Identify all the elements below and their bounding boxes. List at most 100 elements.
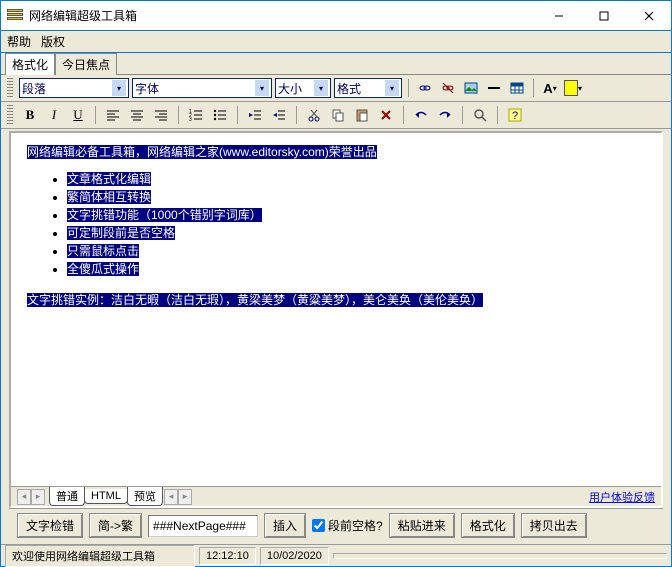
- status-welcome: 欢迎使用网络编辑超级工具箱: [5, 545, 195, 567]
- font-select[interactable]: 字体 ▾: [132, 78, 272, 98]
- align-left-icon[interactable]: [103, 105, 123, 125]
- menubar: 帮助 版权: [1, 31, 671, 53]
- bold-button[interactable]: B: [20, 105, 40, 125]
- tab-html[interactable]: HTML: [84, 489, 128, 504]
- scroll-left-icon[interactable]: ◂: [164, 489, 178, 505]
- separator: [237, 106, 238, 124]
- scroll-right-icon[interactable]: ▸: [31, 489, 45, 505]
- indent-icon[interactable]: [269, 105, 289, 125]
- svg-text:3: 3: [189, 117, 192, 121]
- list-item: 只需鼠标点击: [67, 242, 645, 259]
- intro-text: 网络编辑必备工具箱，网络编辑之家(www.editorsky.com)荣誉出品: [27, 145, 377, 159]
- status-time: 12:12:10: [199, 547, 256, 565]
- tab-preview[interactable]: 预览: [127, 487, 163, 506]
- svg-text:?: ?: [512, 110, 518, 122]
- align-right-icon[interactable]: [151, 105, 171, 125]
- titlebar: 网络编辑超级工具箱: [1, 1, 671, 31]
- cut-icon[interactable]: [304, 105, 324, 125]
- editor-area: 网络编辑必备工具箱，网络编辑之家(www.editorsky.com)荣誉出品 …: [1, 129, 671, 544]
- outer-tabbar: 格式化 今日焦点: [1, 53, 671, 75]
- editor-frame: 网络编辑必备工具箱，网络编辑之家(www.editorsky.com)荣誉出品 …: [9, 131, 663, 508]
- unordered-list-icon[interactable]: [210, 105, 230, 125]
- link-icon[interactable]: [415, 78, 435, 98]
- window-controls: [536, 1, 671, 30]
- maximize-button[interactable]: [581, 1, 626, 30]
- scroll-right-icon[interactable]: ▸: [178, 489, 192, 505]
- editor-content[interactable]: 网络编辑必备工具箱，网络编辑之家(www.editorsky.com)荣誉出品 …: [11, 133, 661, 486]
- tab-scroll-2: ◂ ▸: [164, 489, 192, 505]
- redo-icon[interactable]: [435, 105, 455, 125]
- tab-scroll: ◂ ▸: [17, 489, 45, 505]
- bottom-toolbar: 文字检错 简->繁 插入 段前空格? 粘贴进来 格式化 拷贝出去: [9, 508, 663, 542]
- statusbar: 欢迎使用网络编辑超级工具箱 12:12:10 10/02/2020: [1, 544, 671, 566]
- style-label: 格式: [337, 80, 361, 97]
- feedback-link[interactable]: 用户体验反馈: [589, 489, 655, 505]
- bg-color-button[interactable]: ▾: [563, 78, 583, 98]
- chevron-down-icon: ▾: [385, 80, 399, 96]
- hr-icon[interactable]: [484, 78, 504, 98]
- separator: [408, 79, 409, 97]
- format-button[interactable]: 格式化: [461, 513, 515, 538]
- copy-icon[interactable]: [328, 105, 348, 125]
- simp-to-trad-button[interactable]: 简->繁: [89, 513, 142, 538]
- toolbar-row-1: 段落▾ 字体 ▾ 大小 ▾ 格式 ▾ A▾ ▾: [1, 75, 671, 102]
- list-item: 全傻瓜式操作: [67, 260, 645, 277]
- spellcheck-button[interactable]: 文字检错: [17, 513, 83, 538]
- ordered-list-icon[interactable]: 123: [186, 105, 206, 125]
- tab-today[interactable]: 今日焦点: [55, 53, 117, 75]
- italic-button[interactable]: I: [44, 105, 64, 125]
- indent-checkbox-wrap[interactable]: 段前空格?: [312, 517, 383, 534]
- toolbar-row-2: B I U 123 ?: [1, 102, 671, 129]
- find-icon[interactable]: [470, 105, 490, 125]
- paragraph-label: 段落: [22, 80, 46, 97]
- delete-icon[interactable]: [376, 105, 396, 125]
- menu-copyright[interactable]: 版权: [41, 33, 65, 50]
- size-select[interactable]: 大小 ▾: [275, 78, 331, 98]
- feature-list: 文章格式化编辑 繁简体相互转换 文字挑错功能（1000个错别字词库） 可定制段前…: [67, 170, 645, 277]
- paragraph-select[interactable]: 段落▾: [19, 78, 129, 98]
- image-icon[interactable]: [461, 78, 481, 98]
- status-date: 10/02/2020: [260, 547, 329, 565]
- indent-checkbox[interactable]: [312, 519, 325, 532]
- separator: [178, 106, 179, 124]
- scroll-left-icon[interactable]: ◂: [17, 489, 31, 505]
- separator: [462, 106, 463, 124]
- style-select[interactable]: 格式 ▾: [334, 78, 402, 98]
- toolbar-grip: [7, 105, 13, 125]
- paste-icon[interactable]: [352, 105, 372, 125]
- chevron-down-icon: ▾: [314, 80, 328, 96]
- app-icon: [7, 9, 23, 23]
- separator: [296, 106, 297, 124]
- list-item: 繁简体相互转换: [67, 188, 645, 205]
- status-empty: [333, 553, 667, 559]
- font-label: 字体: [135, 80, 159, 97]
- copy-out-button[interactable]: 拷贝出去: [521, 513, 587, 538]
- outdent-icon[interactable]: [245, 105, 265, 125]
- pagebreak-input[interactable]: [148, 515, 258, 537]
- size-label: 大小: [278, 80, 302, 97]
- align-center-icon[interactable]: [127, 105, 147, 125]
- list-item: 文字挑错功能（1000个错别字词库）: [67, 206, 645, 223]
- undo-icon[interactable]: [411, 105, 431, 125]
- editor-tabbar: ◂ ▸ 普通 HTML 预览 ◂ ▸ 用户体验反馈: [11, 486, 661, 506]
- separator: [497, 106, 498, 124]
- menu-help[interactable]: 帮助: [7, 33, 31, 50]
- insert-button[interactable]: 插入: [264, 513, 306, 538]
- minimize-button[interactable]: [536, 1, 581, 30]
- help-icon[interactable]: ?: [505, 105, 525, 125]
- underline-button[interactable]: U: [68, 105, 88, 125]
- table-icon[interactable]: [507, 78, 527, 98]
- unlink-icon[interactable]: [438, 78, 458, 98]
- separator: [533, 79, 534, 97]
- close-button[interactable]: [626, 1, 671, 30]
- font-color-button[interactable]: A▾: [540, 78, 560, 98]
- list-item: 可定制段前是否空格: [67, 224, 645, 241]
- tab-normal[interactable]: 普通: [49, 487, 85, 506]
- app-window: 网络编辑超级工具箱 帮助 版权 格式化 今日焦点 段落▾ 字体▾ 大小▾ 格式▾…: [0, 0, 672, 567]
- chevron-down-icon: ▾: [255, 80, 269, 96]
- tab-format[interactable]: 格式化: [5, 53, 55, 75]
- window-title: 网络编辑超级工具箱: [29, 7, 536, 24]
- example-text: 文字挑错实例：洁白无暇（洁白无瑕），黄梁美梦（黄粱美梦），美仑美奂（美伦美奂）: [27, 293, 483, 307]
- separator: [95, 106, 96, 124]
- paste-in-button[interactable]: 粘贴进来: [389, 513, 455, 538]
